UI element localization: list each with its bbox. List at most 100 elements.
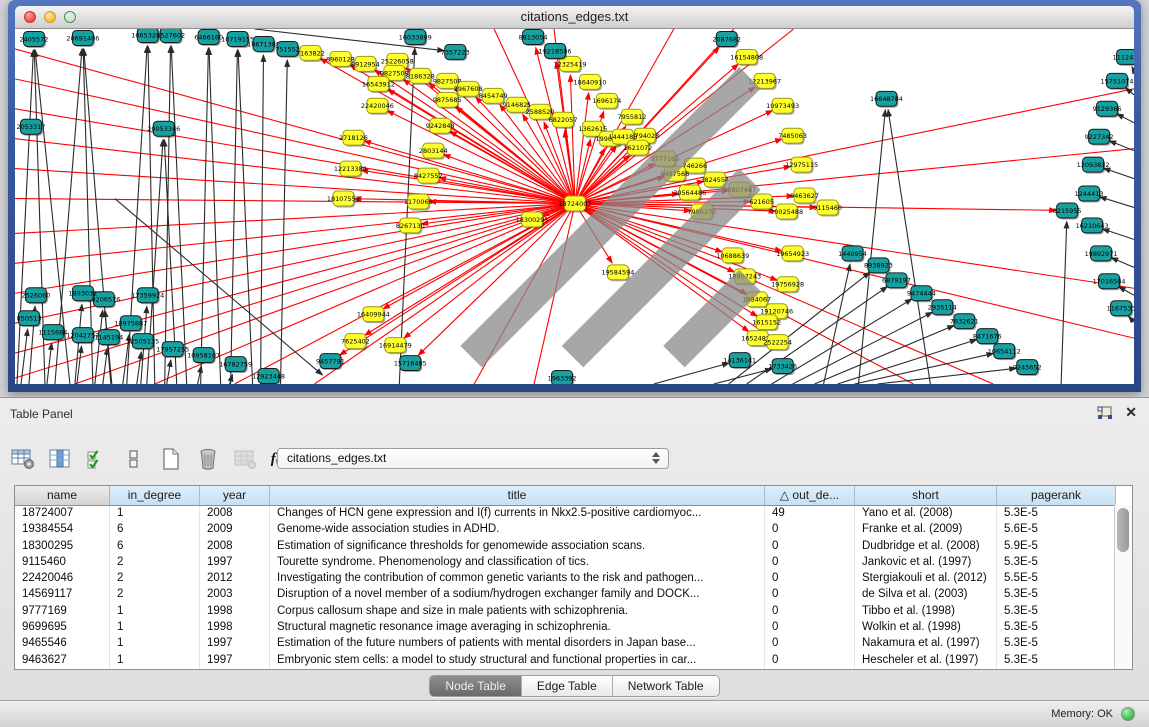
- table-cell: 9777169: [15, 604, 110, 620]
- table-toolbar: f(x): [10, 442, 295, 476]
- table-row[interactable]: 1456911722003Disruption of a novel membe…: [15, 587, 1132, 603]
- table-row[interactable]: 946554611997Estimation of the future num…: [15, 636, 1132, 652]
- table-cell: 0: [765, 571, 855, 587]
- table-cell: 0: [765, 636, 855, 652]
- table-cell: 2: [110, 571, 200, 587]
- table-cell: 18300295: [15, 539, 110, 555]
- table-cell: 2003: [200, 587, 270, 603]
- table-cell: 5.3E-5: [997, 653, 1116, 669]
- table-cell: de Silva et al. (2003): [855, 587, 997, 603]
- table-cell: 19384554: [15, 522, 110, 538]
- memory-status-label: Memory: OK: [1051, 708, 1113, 720]
- status-bar: Memory: OK: [0, 700, 1149, 727]
- table-body: 1872400712008Changes of HCN gene express…: [15, 506, 1132, 669]
- table-cell: Genome-wide association studies in ADHD.: [270, 522, 765, 538]
- table-cell: 6: [110, 522, 200, 538]
- table-cell: Changes of HCN gene expression and I(f) …: [270, 506, 765, 522]
- table-cell: Jankovic et al. (1997): [855, 555, 997, 571]
- network-view-window: citations_edges.txt 18724007716382289601…: [8, 0, 1141, 392]
- table-tabs-bar: Node TableEdge TableNetwork Table: [0, 675, 1149, 697]
- table-cell: Estimation of significance thresholds fo…: [270, 539, 765, 555]
- table-cell: Wolkin et al. (1998): [855, 620, 997, 636]
- new-document-icon[interactable]: [158, 446, 184, 472]
- rows-icon[interactable]: [121, 446, 147, 472]
- table-cell: 1998: [200, 620, 270, 636]
- table-cell: 1997: [200, 555, 270, 571]
- node-table: namein_degreeyeartitle△ out_de...shortpa…: [14, 485, 1133, 670]
- table-cell: 0: [765, 539, 855, 555]
- table-cell: 5.5E-5: [997, 571, 1116, 587]
- table-cell: Hescheler et al. (1997): [855, 653, 997, 669]
- table-cell: 5.3E-5: [997, 620, 1116, 636]
- column-header-year[interactable]: year: [200, 486, 270, 505]
- float-panel-icon[interactable]: [1097, 406, 1113, 421]
- resize-grip-icon[interactable]: [15, 29, 1132, 382]
- column-header-pagerank[interactable]: pagerank: [997, 486, 1116, 505]
- table-cell: 6: [110, 539, 200, 555]
- table-cell: 5.6E-5: [997, 522, 1116, 538]
- table-row[interactable]: 2242004622012Investigating the contribut…: [15, 571, 1132, 587]
- table-cell: 9463627: [15, 653, 110, 669]
- table-row[interactable]: 1872400712008Changes of HCN gene express…: [15, 506, 1132, 522]
- table-cell: Tibbo et al. (1998): [855, 604, 997, 620]
- table-cell: 1: [110, 620, 200, 636]
- table-selector-value: citations_edges.txt: [287, 451, 386, 465]
- table-cell: 0: [765, 587, 855, 603]
- column-header-title[interactable]: title: [270, 486, 765, 505]
- table-cell: 0: [765, 522, 855, 538]
- table-cell: 2: [110, 555, 200, 571]
- table-row[interactable]: 911546021997Tourette syndrome. Phenomeno…: [15, 555, 1132, 571]
- memory-ok-led-icon: [1121, 707, 1135, 721]
- table-row[interactable]: 1938455462009Genome-wide association stu…: [15, 522, 1132, 538]
- table-row[interactable]: 946362711997Embryonic stem cells: a mode…: [15, 653, 1132, 669]
- scrollbar-thumb[interactable]: [1117, 508, 1129, 552]
- table-cell: Estimation of the future numbers of pati…: [270, 636, 765, 652]
- select-column-icon[interactable]: [47, 446, 73, 472]
- table-cell: 1: [110, 653, 200, 669]
- table-selector-dropdown[interactable]: citations_edges.txt: [277, 448, 669, 469]
- minimize-window-icon[interactable]: [44, 11, 56, 23]
- tab-edge-table[interactable]: Edge Table: [522, 676, 613, 696]
- column-header-name[interactable]: name: [15, 486, 110, 505]
- tab-network-table[interactable]: Network Table: [613, 676, 719, 696]
- dropdown-arrows-icon: [652, 452, 660, 464]
- window-titlebar[interactable]: citations_edges.txt: [15, 6, 1134, 29]
- table-cell: 0: [765, 555, 855, 571]
- table-row[interactable]: 1830029562008Estimation of significance …: [15, 539, 1132, 555]
- checklist-icon[interactable]: [84, 446, 110, 472]
- table-cell: 14569117: [15, 587, 110, 603]
- table-cell: Tourette syndrome. Phenomenology and cla…: [270, 555, 765, 571]
- table-cell: 5.9E-5: [997, 539, 1116, 555]
- table-cell: 5.3E-5: [997, 587, 1116, 603]
- zoom-window-icon[interactable]: [64, 11, 76, 23]
- table-scrollbar: [1114, 505, 1132, 669]
- table-cell: 5.3E-5: [997, 604, 1116, 620]
- table-cell: 9465546: [15, 636, 110, 652]
- table-cell: 1: [110, 506, 200, 522]
- tab-node-table[interactable]: Node Table: [430, 676, 522, 696]
- column-header-short[interactable]: short: [855, 486, 997, 505]
- table-cell: 18724007: [15, 506, 110, 522]
- table-cell: 0: [765, 653, 855, 669]
- table-cell: 9699695: [15, 620, 110, 636]
- table-cell: 2008: [200, 539, 270, 555]
- column-header-out_de[interactable]: △ out_de...: [765, 486, 855, 505]
- table-cell: Structural magnetic resonance image aver…: [270, 620, 765, 636]
- column-header-in_degree[interactable]: in_degree: [110, 486, 200, 505]
- close-panel-icon[interactable]: ✕: [1125, 404, 1137, 421]
- table-row[interactable]: 969969511998Structural magnetic resonanc…: [15, 620, 1132, 636]
- import-table-icon[interactable]: [232, 446, 258, 472]
- table-cell: 5.3E-5: [997, 636, 1116, 652]
- close-window-icon[interactable]: [24, 11, 36, 23]
- table-cell: Embryonic stem cells: a model to study s…: [270, 653, 765, 669]
- table-cell: 2008: [200, 506, 270, 522]
- table-cell: 1998: [200, 604, 270, 620]
- table-settings-icon[interactable]: [10, 446, 36, 472]
- table-cell: 1: [110, 636, 200, 652]
- table-row[interactable]: 977716911998Corpus callosum shape and si…: [15, 604, 1132, 620]
- network-canvas[interactable]: 1872400771638228960128891295425226058982…: [15, 29, 1134, 384]
- table-cell: 5.3E-5: [997, 555, 1116, 571]
- table-panel: Table Panel ✕: [0, 397, 1149, 701]
- trash-icon[interactable]: [195, 446, 221, 472]
- table-cell: Corpus callosum shape and size in male p…: [270, 604, 765, 620]
